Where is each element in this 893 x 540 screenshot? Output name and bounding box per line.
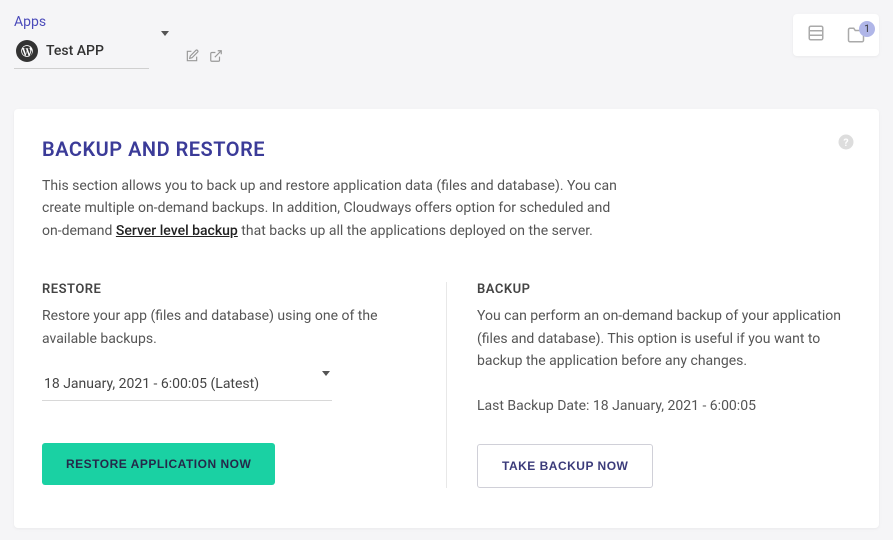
backup-title: BACKUP — [477, 282, 851, 297]
last-backup-date: Last Backup Date: 18 January, 2021 - 6:0… — [477, 398, 851, 414]
chevron-down-icon — [322, 376, 330, 392]
wordpress-icon — [16, 40, 38, 62]
app-selector-section: Apps Test APP — [14, 14, 793, 69]
restore-column: RESTORE Restore your app (files and data… — [42, 282, 446, 488]
restore-button[interactable]: RESTORE APPLICATION NOW — [42, 443, 275, 485]
selected-backup-value: 18 January, 2021 - 6:00:05 (Latest) — [44, 376, 259, 392]
header: Apps Test APP 1 — [14, 14, 879, 69]
app-selector[interactable]: Test APP — [14, 34, 149, 69]
backup-column: BACKUP You can perform an on-demand back… — [446, 282, 851, 488]
server-level-backup-link[interactable]: Server level backup — [116, 223, 238, 239]
restore-title: RESTORE — [42, 282, 416, 297]
apps-label: Apps — [14, 14, 793, 30]
app-name: Test APP — [46, 43, 104, 59]
edit-icon[interactable] — [185, 48, 199, 67]
columns: RESTORE Restore your app (files and data… — [42, 282, 851, 488]
app-dropdown-caret[interactable] — [161, 36, 169, 55]
view-toggle-box: 1 — [793, 14, 879, 56]
svg-text:?: ? — [843, 136, 848, 149]
external-link-icon[interactable] — [209, 48, 223, 67]
backup-restore-card: ? BACKUP AND RESTORE This section allows… — [14, 109, 879, 528]
backup-select[interactable]: 18 January, 2021 - 6:00:05 (Latest) — [42, 368, 332, 401]
folder-badge: 1 — [859, 21, 875, 37]
card-description: This section allows you to back up and r… — [42, 175, 632, 242]
folder-view-icon[interactable]: 1 — [847, 26, 865, 44]
card-title: BACKUP AND RESTORE — [42, 137, 851, 161]
restore-description: Restore your app (files and database) us… — [42, 305, 416, 350]
help-icon[interactable]: ? — [837, 133, 855, 155]
backup-description: You can perform an on-demand backup of y… — [477, 305, 851, 372]
list-view-icon[interactable] — [807, 24, 825, 46]
take-backup-button[interactable]: TAKE BACKUP NOW — [477, 444, 653, 488]
